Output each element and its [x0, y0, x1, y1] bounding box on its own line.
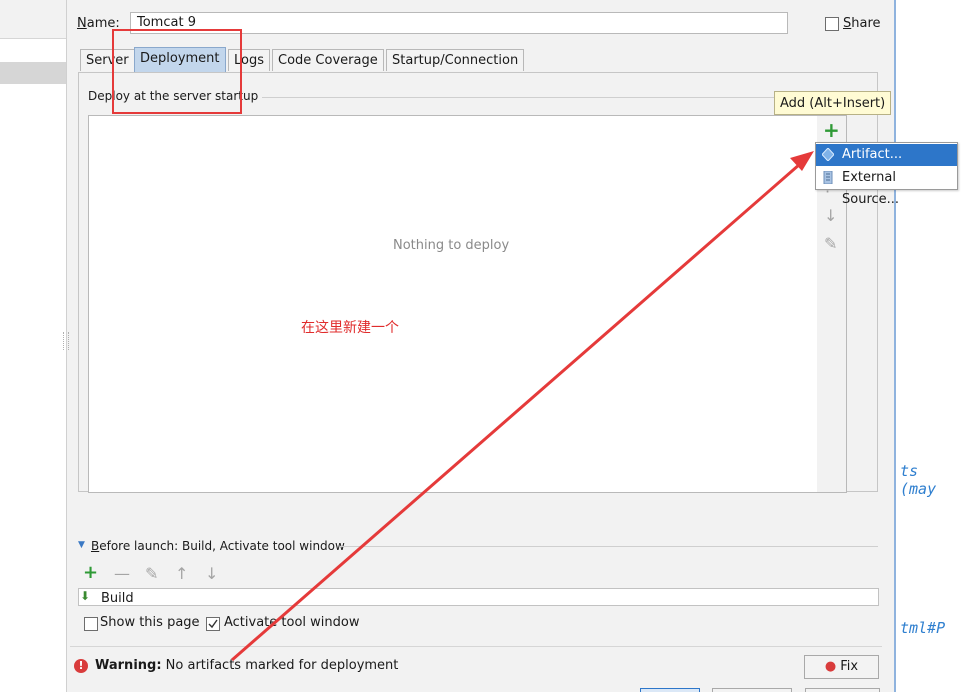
apply-button[interactable]: [805, 688, 880, 692]
tab-startup-connection[interactable]: Startup/Connection: [386, 49, 525, 71]
show-page-checkbox[interactable]: [84, 617, 98, 631]
menu-item-artifact[interactable]: Artifact...: [816, 144, 957, 166]
tree-toolbar: [0, 0, 66, 39]
lightbulb-icon: ●: [824, 659, 837, 674]
share-label: Share: [843, 16, 881, 31]
highlight-box: [112, 29, 242, 114]
before-launch-list: [78, 588, 879, 606]
move-down-icon[interactable]: ↓: [205, 564, 218, 583]
ok-button[interactable]: [640, 688, 700, 692]
deploy-list[interactable]: [88, 115, 818, 493]
before-launch-label[interactable]: Before launch: Build, Activate tool wind…: [91, 539, 345, 553]
menu-item-label: External Source...: [842, 170, 900, 207]
checkmark-icon: [208, 619, 218, 629]
share-checkbox[interactable]: [825, 17, 839, 31]
add-task-icon[interactable]: +: [83, 562, 98, 583]
group-divider: [262, 97, 862, 98]
empty-list-text: Nothing to deploy: [393, 238, 510, 253]
remove-task-icon[interactable]: —: [114, 564, 130, 583]
cancel-button[interactable]: [712, 688, 792, 692]
warning-icon: !: [74, 659, 88, 673]
build-task-label[interactable]: Build: [101, 591, 134, 606]
move-up-icon[interactable]: ↑: [175, 564, 188, 583]
external-source-icon: [823, 171, 833, 184]
annotation-text: 在这里新建一个: [301, 320, 399, 336]
activate-tool-window-checkbox[interactable]: [206, 617, 220, 631]
splitter-handle[interactable]: [63, 332, 69, 350]
tree-selected-row[interactable]: [0, 62, 66, 84]
divider: [70, 646, 882, 647]
collapse-triangle-icon[interactable]: ▼: [78, 540, 85, 550]
menu-item-external-source[interactable]: External Source...: [816, 167, 957, 207]
editor-background: ts (may tml#P: [894, 0, 962, 692]
edit-pencil-icon[interactable]: ✎: [824, 236, 837, 252]
edit-task-icon[interactable]: ✎: [145, 564, 158, 583]
move-down-icon[interactable]: ↓: [824, 208, 837, 224]
editor-code-fragment: ts (may: [900, 462, 937, 498]
artifact-icon: [822, 148, 834, 161]
menu-item-label: Artifact...: [842, 147, 903, 162]
run-config-tree-panel: [0, 0, 67, 692]
warning-message: Warning: No artifacts marked for deploym…: [95, 658, 399, 673]
editor-code-fragment: tml#P: [900, 619, 946, 637]
add-icon[interactable]: +: [823, 120, 840, 140]
show-page-label: Show this page: [100, 615, 200, 630]
add-popup-menu: Artifact... External Source...: [815, 142, 958, 207]
fix-button[interactable]: ● Fix: [804, 655, 879, 679]
group-divider: [340, 546, 878, 547]
activate-tool-window-label: Activate tool window: [224, 615, 360, 630]
tab-code-coverage[interactable]: Code Coverage: [272, 49, 384, 71]
add-tooltip: Add (Alt+Insert): [774, 91, 892, 115]
build-icon: ⬇: [80, 589, 91, 603]
